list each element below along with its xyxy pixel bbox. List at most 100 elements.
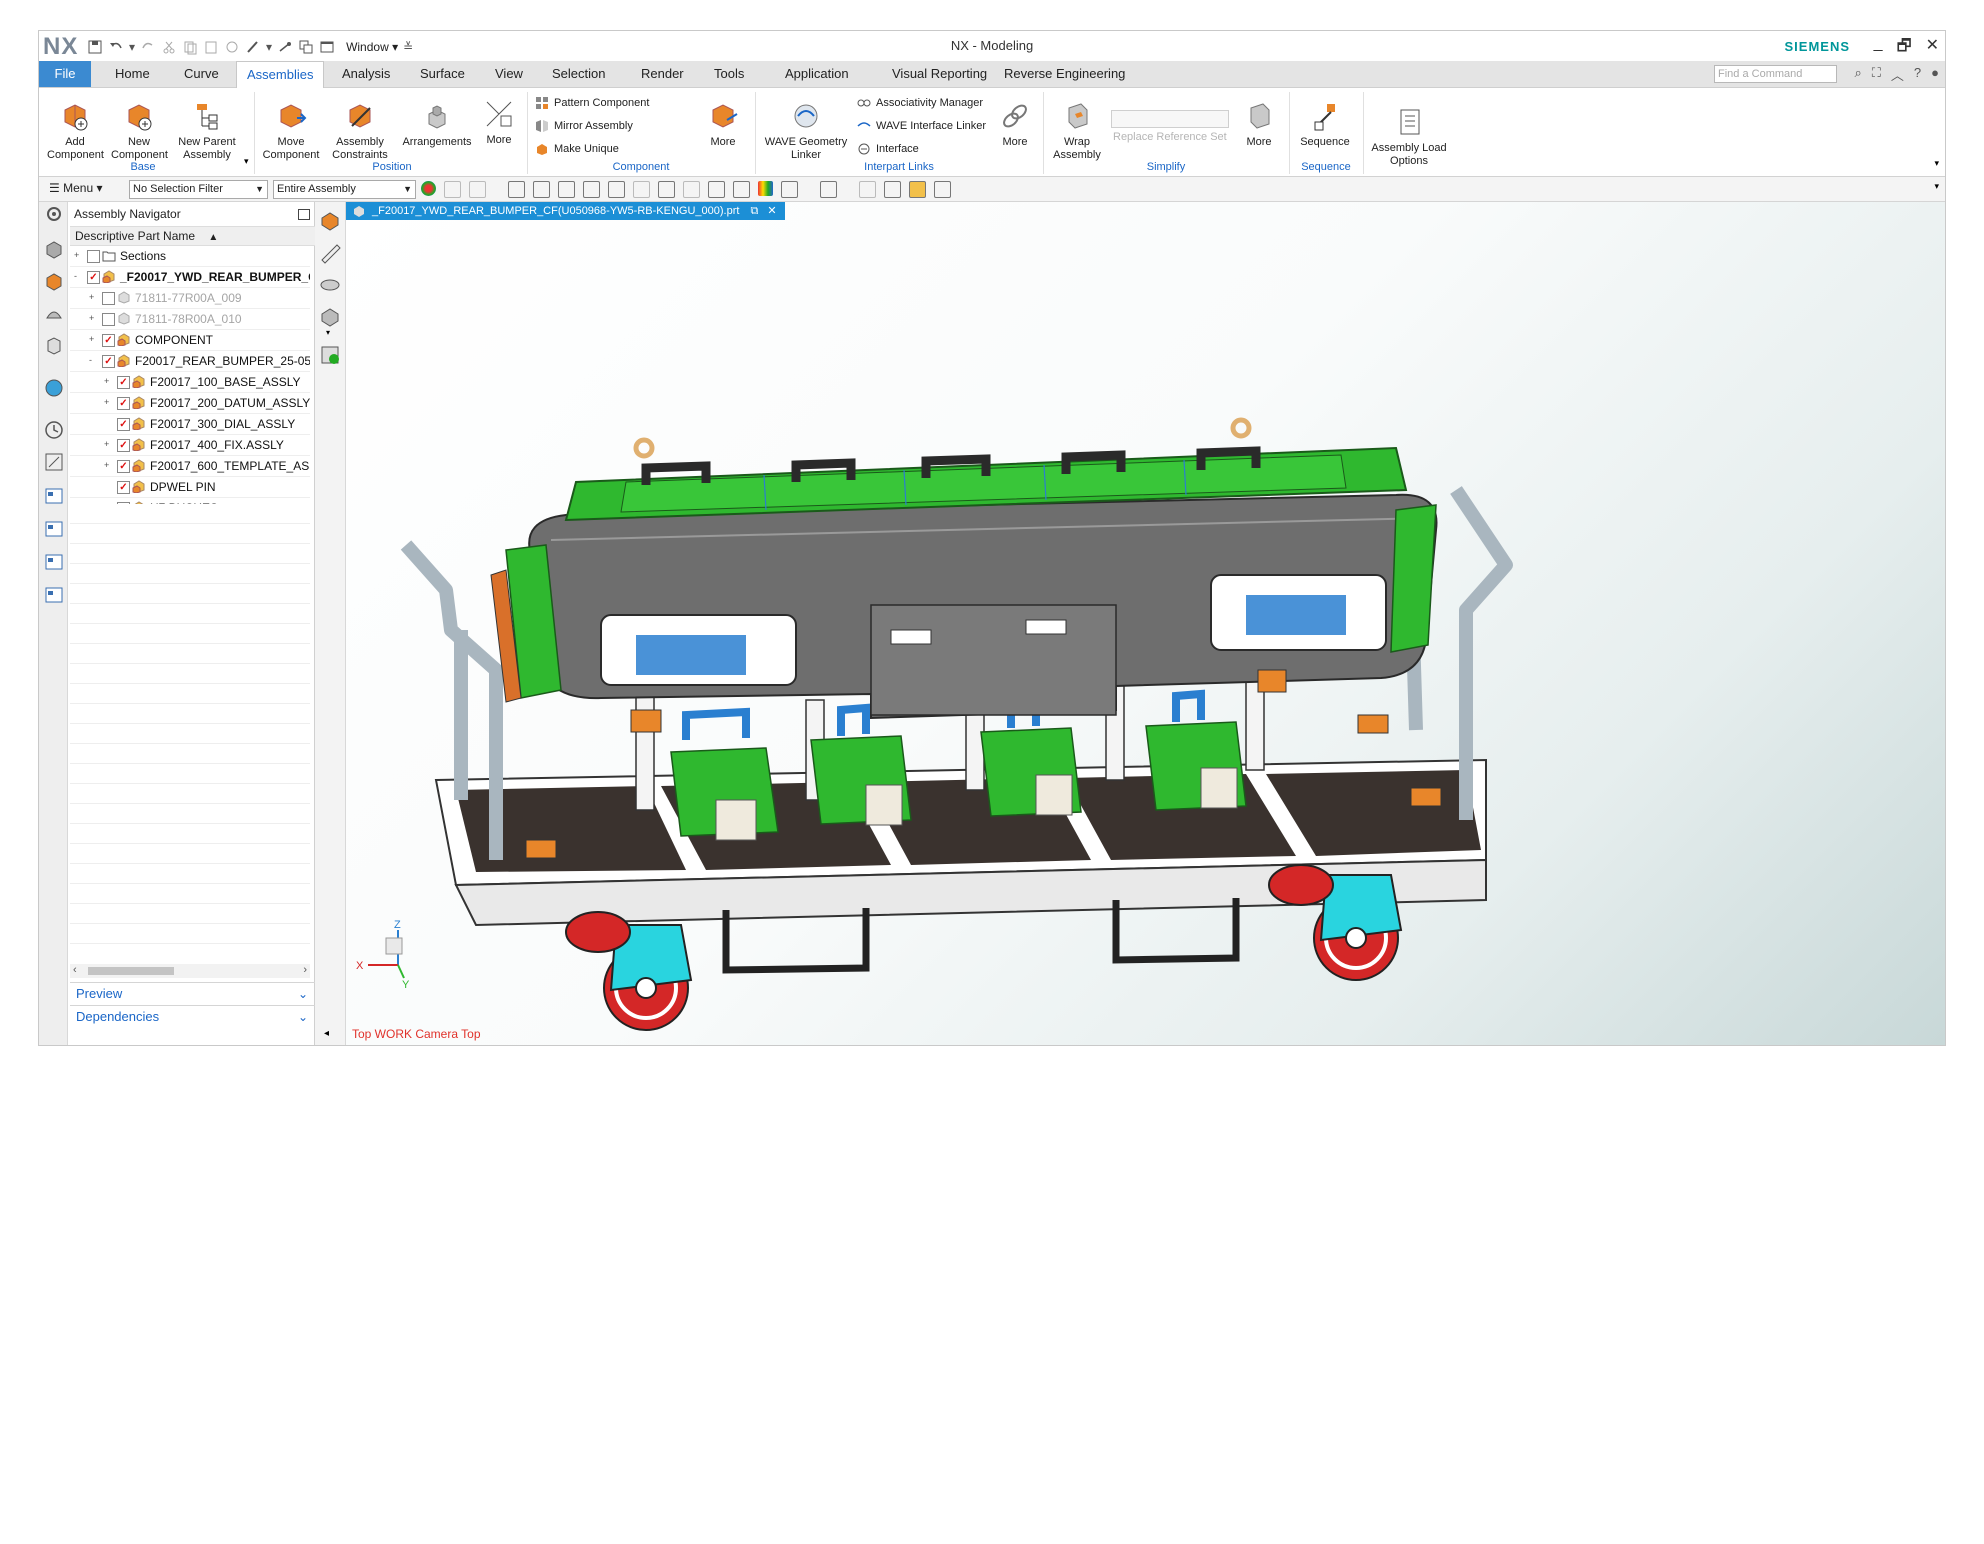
tab-tools[interactable]: Tools bbox=[704, 61, 754, 87]
tab-selection[interactable]: Selection bbox=[542, 61, 615, 87]
snap-filter-icon[interactable] bbox=[469, 181, 486, 198]
simplify-more-button[interactable]: More bbox=[1239, 100, 1279, 149]
assembly-filter-icon[interactable] bbox=[909, 181, 926, 198]
restore-icon[interactable]: 🗗 bbox=[1897, 35, 1912, 62]
horizontal-scrollbar[interactable]: ‹ › bbox=[70, 964, 310, 978]
tab-file[interactable]: File bbox=[39, 61, 91, 87]
base-group-dropdown-icon[interactable]: ▾ bbox=[244, 156, 249, 167]
move-component-button[interactable]: Move Component bbox=[261, 100, 321, 162]
palette-icon[interactable] bbox=[44, 552, 64, 572]
find-command-input[interactable]: Find a Command bbox=[1714, 65, 1837, 83]
help-icon[interactable]: ? bbox=[1914, 65, 1921, 84]
make-unique-button[interactable]: Make Unique bbox=[535, 140, 619, 158]
process-studio-icon[interactable] bbox=[44, 452, 64, 472]
dependencies-panel[interactable]: Dependencies ⌄ bbox=[70, 1005, 316, 1028]
wave-geometry-linker-button[interactable]: WAVE Geometry Linker bbox=[761, 100, 851, 162]
wave-interface-linker-button[interactable]: WAVE Interface Linker bbox=[857, 117, 986, 135]
edit-section-icon[interactable] bbox=[319, 306, 341, 328]
document-tab[interactable]: _F20017_YWD_REAR_BUMPER_CF(U050968-YW5-R… bbox=[346, 202, 785, 220]
manufacturing-wizards-icon[interactable] bbox=[44, 585, 64, 605]
column-header[interactable]: Descriptive Part Name ▲ bbox=[70, 226, 315, 246]
associativity-manager-button[interactable]: Associativity Manager bbox=[857, 94, 983, 112]
visibility-checkbox[interactable]: ✓ bbox=[102, 334, 115, 347]
collapse-strip-icon[interactable]: ◂ bbox=[324, 1028, 329, 1039]
scroll-right-icon[interactable]: › bbox=[303, 964, 307, 976]
tree-row[interactable]: ✓ F20017_300_DIAL_ASSLY bbox=[70, 414, 310, 435]
visibility-checkbox[interactable]: ✓ bbox=[117, 481, 130, 494]
visibility-checkbox[interactable]: ✓ bbox=[117, 418, 130, 431]
tab-render[interactable]: Render bbox=[631, 61, 694, 87]
curve-select-icon[interactable] bbox=[633, 181, 650, 198]
tab-analysis[interactable]: Analysis bbox=[332, 61, 400, 87]
interface-button[interactable]: Interface bbox=[857, 140, 919, 158]
interpart-more-button[interactable]: More bbox=[995, 100, 1035, 149]
arrangements-button[interactable]: Arrangements bbox=[399, 100, 475, 149]
visibility-checkbox[interactable]: ✓ bbox=[117, 376, 130, 389]
color-filter-icon[interactable] bbox=[421, 181, 436, 196]
component-more-button[interactable]: More bbox=[703, 100, 743, 149]
wrap-assembly-button[interactable]: Wrap Assembly bbox=[1049, 100, 1105, 162]
select-all-icon[interactable] bbox=[533, 181, 550, 198]
box-select-icon[interactable] bbox=[583, 181, 600, 198]
new-component-button[interactable]: New Component bbox=[111, 100, 168, 162]
visibility-checkbox[interactable] bbox=[102, 292, 115, 305]
section-dropdown-icon[interactable]: ▾ bbox=[326, 328, 330, 337]
visibility-checkbox[interactable] bbox=[102, 313, 115, 326]
assembly-constraints-button[interactable]: Assembly Constraints bbox=[329, 100, 391, 162]
expand-icon[interactable]: + bbox=[89, 335, 96, 344]
collapse-icon[interactable]: - bbox=[89, 356, 96, 365]
pattern-component-button[interactable]: Pattern Component bbox=[535, 94, 649, 112]
expand-icon[interactable]: + bbox=[104, 398, 111, 407]
tab-visual-reporting[interactable]: Visual Reporting bbox=[882, 61, 997, 87]
expand-icon[interactable]: + bbox=[74, 251, 81, 260]
tab-curve[interactable]: Curve bbox=[174, 61, 229, 87]
color-picker-icon[interactable] bbox=[758, 181, 773, 196]
ruler-icon[interactable] bbox=[319, 242, 341, 264]
tree-row[interactable]: + ✓ F20017_400_FIX.ASSLY bbox=[70, 435, 310, 456]
maximize-panel-icon[interactable] bbox=[298, 209, 310, 220]
visibility-checkbox[interactable]: ✓ bbox=[102, 355, 115, 368]
tree-row[interactable]: + ✓ F20017_100_BASE_ASSLY bbox=[70, 372, 310, 393]
tree-row[interactable]: - ✓ F20017_REAR_BUMPER_25-05-20 bbox=[70, 351, 310, 372]
work-part-icon[interactable] bbox=[859, 181, 876, 198]
tree-row[interactable]: -✓ _F20017_YWD_REAR_BUMPER_CF(U05 bbox=[70, 267, 310, 288]
tab-reverse-engineering[interactable]: Reverse Engineering bbox=[994, 61, 1135, 87]
tab-application[interactable]: Application bbox=[775, 61, 859, 87]
displayed-part-icon[interactable] bbox=[884, 181, 901, 198]
position-more-button[interactable]: More bbox=[479, 98, 519, 147]
part-navigator-icon[interactable] bbox=[44, 304, 64, 324]
system-scene-icon[interactable] bbox=[44, 519, 64, 539]
roles-icon[interactable] bbox=[44, 486, 64, 506]
selection-scope-select[interactable]: Entire Assembly ▼ bbox=[273, 180, 416, 199]
show-hide-icon[interactable] bbox=[781, 181, 798, 198]
visibility-checkbox[interactable]: ✓ bbox=[117, 397, 130, 410]
ribbon-options-dropdown-icon[interactable]: ▾ bbox=[1934, 158, 1939, 169]
collapse-icon[interactable]: - bbox=[74, 272, 81, 281]
tree-row[interactable]: +71811-78R00A_010 bbox=[70, 309, 310, 330]
add-component-button[interactable]: Add Component bbox=[47, 100, 104, 162]
new-parent-assembly-button[interactable]: New Parent Assembly bbox=[175, 100, 239, 162]
preview-panel[interactable]: Preview ⌄ bbox=[70, 982, 316, 1005]
visibility-checkbox[interactable] bbox=[87, 250, 100, 263]
assembly-navigator-tab-icon[interactable] bbox=[44, 240, 64, 260]
status-dot-icon[interactable]: ● bbox=[1931, 65, 1939, 84]
reuse-library-icon[interactable] bbox=[44, 336, 64, 356]
undock-icon[interactable]: ⧉ bbox=[750, 205, 758, 217]
fixture-model-view[interactable]: Z X Y bbox=[346, 220, 1945, 1045]
graphics-window[interactable]: _F20017_YWD_REAR_BUMPER_CF(U050968-YW5-R… bbox=[346, 202, 1945, 1045]
expand-icon[interactable]: + bbox=[104, 440, 111, 449]
face-select-icon[interactable] bbox=[608, 181, 625, 198]
visibility-checkbox[interactable]: ✓ bbox=[117, 439, 130, 452]
tree-row[interactable]: + ✓ F20017_200_DATUM_ASSLY bbox=[70, 393, 310, 414]
section-view-icon[interactable] bbox=[319, 274, 341, 296]
expand-icon[interactable]: + bbox=[104, 377, 111, 386]
snap-view-icon[interactable] bbox=[319, 344, 341, 366]
visibility-checkbox[interactable]: ✓ bbox=[87, 271, 100, 284]
tree-row[interactable]: ✓ DPWEL PIN bbox=[70, 477, 310, 498]
minimize-icon[interactable]: _ bbox=[1874, 35, 1883, 62]
mirror-assembly-button[interactable]: Mirror Assembly bbox=[535, 117, 633, 135]
search-icon[interactable]: ⌕ bbox=[1855, 65, 1862, 84]
visibility-checkbox[interactable]: ✓ bbox=[117, 460, 130, 473]
collapse-ribbon-icon[interactable]: ︿ bbox=[1891, 65, 1904, 84]
tab-surface[interactable]: Surface bbox=[410, 61, 475, 87]
